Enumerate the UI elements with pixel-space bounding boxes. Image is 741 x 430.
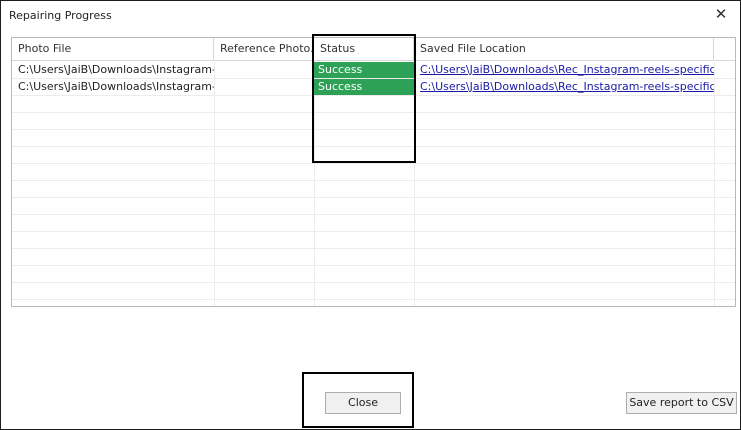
column-header-reference-photo[interactable]: Reference Photo... [214, 38, 314, 60]
reference-photo-cell[interactable] [214, 62, 314, 78]
row-divider [12, 180, 735, 181]
results-table: Photo File Reference Photo... Status Sav… [11, 37, 736, 307]
repairing-progress-dialog: Repairing Progress ✕ Photo File Referenc… [0, 0, 741, 430]
row-divider [12, 282, 735, 283]
row-divider [12, 129, 735, 130]
close-icon[interactable]: ✕ [712, 5, 730, 23]
photo-file-cell[interactable]: C:\Users\JaiB\Downloads\Instagram-... [12, 62, 214, 78]
row-divider [12, 299, 735, 300]
status-badge: Success [314, 62, 414, 78]
row-divider [12, 265, 735, 266]
row-divider [12, 197, 735, 198]
column-divider [414, 60, 415, 306]
dialog-title: Repairing Progress [9, 9, 112, 22]
column-header-photo-file[interactable]: Photo File [12, 38, 214, 60]
table-header: Photo File Reference Photo... Status Sav… [12, 38, 735, 61]
reference-photo-cell[interactable] [214, 79, 314, 95]
column-divider [214, 60, 215, 306]
row-divider [12, 163, 735, 164]
row-divider [12, 112, 735, 113]
row-divider [12, 146, 735, 147]
column-header-status[interactable]: Status [314, 38, 414, 60]
close-button[interactable]: Close [325, 392, 401, 414]
column-header-filler [714, 38, 735, 60]
row-divider [12, 95, 735, 96]
row-divider [12, 214, 735, 215]
save-report-csv-button[interactable]: Save report to CSV [626, 392, 737, 414]
column-header-saved-file-location[interactable]: Saved File Location [414, 38, 714, 60]
row-divider [12, 248, 735, 249]
saved-file-link[interactable]: C:\Users\JaiB\Downloads\Rec_Instagram-re… [414, 79, 714, 95]
row-divider [12, 231, 735, 232]
status-badge: Success [314, 79, 414, 95]
column-divider [314, 60, 315, 306]
saved-file-link[interactable]: C:\Users\JaiB\Downloads\Rec_Instagram-re… [414, 62, 714, 78]
column-divider [714, 60, 715, 306]
photo-file-cell[interactable]: C:\Users\JaiB\Downloads\Instagram-... [12, 79, 214, 95]
